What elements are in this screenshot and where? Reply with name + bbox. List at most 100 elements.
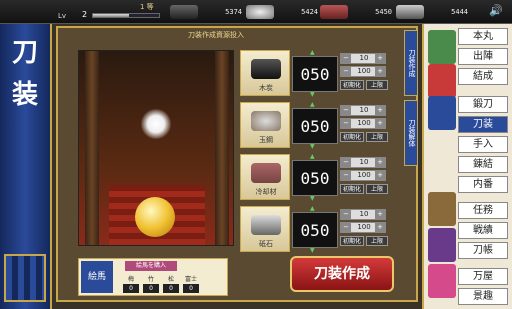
arrow-down-icon[interactable]: ▼ bbox=[310, 91, 315, 98]
arrow-up-icon[interactable]: ▲ bbox=[310, 101, 315, 108]
charcoal-icon bbox=[170, 5, 198, 19]
stepper-large: −100 + bbox=[340, 222, 386, 233]
menu-item[interactable]: 任務 bbox=[458, 202, 508, 219]
exp-bar-fill bbox=[93, 14, 130, 17]
menu-item-active[interactable]: 刀装 bbox=[458, 116, 508, 133]
reset-button[interactable]: 初期化 bbox=[340, 236, 364, 246]
stepper-small: −10 + bbox=[340, 53, 386, 64]
buy-ema-button[interactable]: 絵馬を購入 bbox=[125, 261, 177, 271]
resource-whetstone: 5444 bbox=[396, 3, 472, 21]
charcoal-icon bbox=[251, 59, 281, 79]
menu-item[interactable]: 鍛刀 bbox=[458, 96, 508, 113]
menu-item[interactable]: 結成 bbox=[458, 68, 508, 85]
tab-dismantle[interactable]: 刀装解体 bbox=[404, 100, 418, 166]
sortie-icon bbox=[428, 64, 456, 98]
tamahagane-icon bbox=[251, 111, 281, 131]
golden-orb bbox=[135, 197, 175, 237]
minus-button[interactable]: − bbox=[341, 223, 351, 232]
resource-value: 5450 bbox=[375, 8, 392, 16]
ema-type-label: 梅 bbox=[127, 276, 134, 283]
resource-row-whetstone: 砥石 ▲ 050 ▼ −10 + −100 + 初期化 上限 bbox=[240, 205, 390, 254]
resource-charcoal: 5374 bbox=[170, 3, 246, 21]
resource-name: 木炭 bbox=[259, 84, 273, 92]
sound-settings-icon[interactable]: 🔊 bbox=[486, 4, 506, 20]
plus-button[interactable]: + bbox=[375, 158, 385, 167]
arrow-up-icon[interactable]: ▲ bbox=[310, 49, 315, 56]
plus-button[interactable]: + bbox=[375, 119, 385, 128]
craft-button[interactable]: 刀装作成 bbox=[290, 256, 394, 292]
menu-item[interactable]: 本丸 bbox=[458, 28, 508, 45]
reset-button[interactable]: 初期化 bbox=[340, 184, 364, 194]
tab-craft[interactable]: 刀装作成 bbox=[404, 30, 418, 96]
arrow-up-icon[interactable]: ▲ bbox=[310, 205, 315, 212]
minus-button[interactable]: − bbox=[341, 54, 351, 63]
menu-item[interactable]: 内番 bbox=[458, 176, 508, 193]
max-button[interactable]: 上限 bbox=[366, 184, 388, 194]
stepper-small: −10 + bbox=[340, 209, 386, 220]
ema-count: 0 bbox=[163, 284, 179, 293]
panel-title: 刀装作成資源投入 bbox=[188, 31, 244, 39]
arrow-up-icon[interactable]: ▲ bbox=[310, 153, 315, 160]
coolant-icon bbox=[320, 5, 348, 19]
exp-bar bbox=[92, 13, 160, 18]
reset-button[interactable]: 初期化 bbox=[340, 80, 364, 90]
stepper-value: 100 bbox=[357, 119, 371, 127]
minus-button[interactable]: − bbox=[341, 158, 351, 167]
minus-button[interactable]: − bbox=[341, 119, 351, 128]
amount-display: 050 bbox=[292, 108, 338, 144]
ema-count: 0 bbox=[143, 284, 159, 293]
max-button[interactable]: 上限 bbox=[366, 236, 388, 246]
stepper-large: −100 + bbox=[340, 118, 386, 129]
amount-display: 050 bbox=[292, 212, 338, 248]
stepper-value: 100 bbox=[357, 67, 371, 75]
menu-item[interactable]: 戦績 bbox=[458, 222, 508, 239]
minus-button[interactable]: − bbox=[341, 67, 351, 76]
banner-decoration bbox=[4, 254, 46, 302]
resource-card: 木炭 bbox=[240, 50, 290, 96]
stepper-value: 100 bbox=[357, 223, 371, 231]
plus-button[interactable]: + bbox=[375, 171, 385, 180]
banner-char: 装 bbox=[12, 80, 39, 110]
resource-coolant: 5450 bbox=[320, 3, 396, 21]
menu-item[interactable]: 錬結 bbox=[458, 156, 508, 173]
menu-item[interactable]: 刀帳 bbox=[458, 242, 508, 259]
arrow-down-icon[interactable]: ▼ bbox=[310, 143, 315, 150]
whetstone-icon bbox=[396, 5, 424, 19]
tamahagane-icon bbox=[246, 5, 274, 19]
stepper-value: 100 bbox=[357, 171, 371, 179]
arrow-down-icon[interactable]: ▼ bbox=[310, 195, 315, 202]
top-bar: Lv 2 1 等 5374 5424 5450 5444 🔊 bbox=[0, 0, 512, 24]
max-button[interactable]: 上限 bbox=[366, 132, 388, 142]
resource-value: 5444 bbox=[451, 8, 468, 16]
plus-button[interactable]: + bbox=[375, 67, 385, 76]
arrow-down-icon[interactable]: ▼ bbox=[310, 247, 315, 254]
plus-button[interactable]: + bbox=[375, 106, 385, 115]
menu-item[interactable]: 万屋 bbox=[458, 268, 508, 285]
forge-scene bbox=[78, 50, 234, 246]
menu-item[interactable]: 手入 bbox=[458, 136, 508, 153]
resource-card: 玉鋼 bbox=[240, 102, 290, 148]
plus-button[interactable]: + bbox=[375, 210, 385, 219]
max-button[interactable]: 上限 bbox=[366, 80, 388, 90]
rank-label: 1 等 bbox=[140, 3, 154, 11]
ema-type-label: 竹 bbox=[147, 276, 154, 283]
whetstone-icon bbox=[251, 215, 281, 235]
resource-name: 玉鋼 bbox=[259, 136, 273, 144]
minus-button[interactable]: − bbox=[341, 106, 351, 115]
resource-value: 5424 bbox=[301, 8, 318, 16]
menu-item[interactable]: 景趣 bbox=[458, 288, 508, 305]
stepper-value: 10 bbox=[359, 158, 369, 166]
ema-icon[interactable]: 絵馬 bbox=[81, 261, 113, 293]
plus-button[interactable]: + bbox=[375, 223, 385, 232]
minus-button[interactable]: − bbox=[341, 171, 351, 180]
minus-button[interactable]: − bbox=[341, 210, 351, 219]
menu-item[interactable]: 出陣 bbox=[458, 48, 508, 65]
ema-count: 0 bbox=[123, 284, 139, 293]
resource-name: 冷却材 bbox=[255, 188, 277, 196]
reset-button[interactable]: 初期化 bbox=[340, 132, 364, 142]
shop-icon bbox=[428, 264, 456, 298]
resource-tamahagane: 5424 bbox=[246, 3, 322, 21]
plus-button[interactable]: + bbox=[375, 54, 385, 63]
main-menu: 本丸 出陣 結成 鍛刀 刀装 手入 錬結 内番 任務 戦績 刀帳 万屋 景趣 bbox=[422, 24, 512, 309]
coolant-icon bbox=[251, 163, 281, 183]
